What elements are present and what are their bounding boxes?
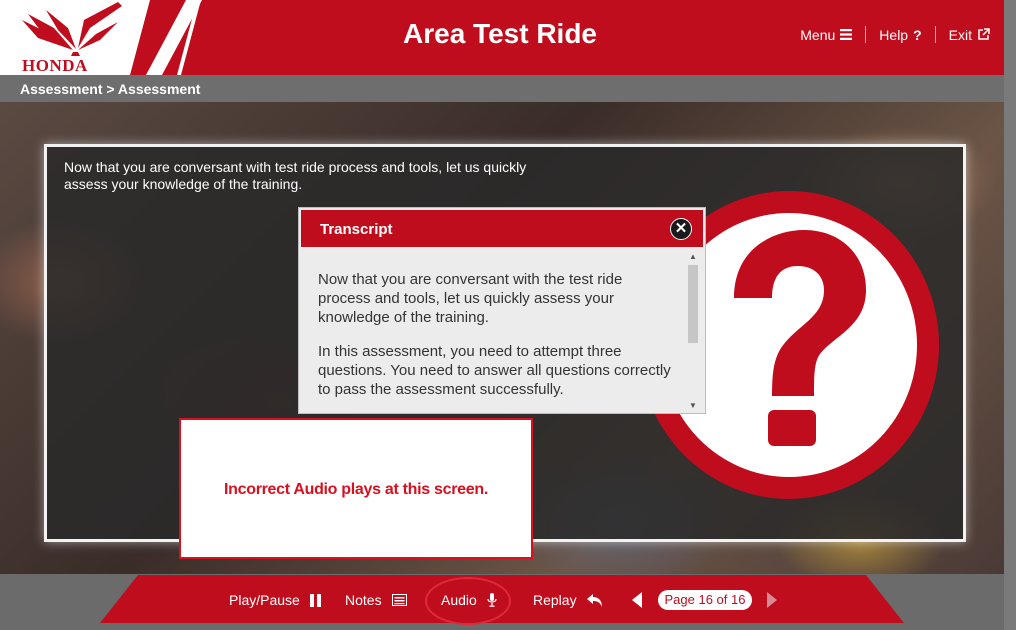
transcript-header: Transcript ✕	[301, 210, 703, 247]
transcript-paragraph: Now that you are conversant with the tes…	[318, 271, 623, 326]
external-link-icon	[978, 28, 990, 40]
notes-button[interactable]: Notes	[345, 592, 407, 608]
top-navigation: Menu Help ? Exit	[787, 26, 990, 43]
page-indicator: Page 16 of 16	[658, 590, 752, 610]
transcript-title: Transcript	[320, 221, 393, 238]
transcript-body: Now that you are conversant with the tes…	[318, 270, 678, 414]
notes-label: Notes	[345, 592, 382, 608]
pause-icon	[309, 593, 321, 607]
menu-label: Menu	[800, 26, 836, 43]
course-title: Area Test Ride	[403, 18, 597, 49]
annotation-text: Incorrect Audio plays at this screen.	[224, 481, 488, 498]
breadcrumb: Assessment > Assessment	[0, 75, 1004, 102]
transcript-dialog: Transcript ✕ Now that you are conversant…	[298, 207, 706, 414]
play-pause-label: Play/Pause	[229, 592, 300, 608]
menu-button[interactable]: Menu	[787, 27, 865, 43]
scroll-down-icon[interactable]: ▼	[688, 401, 698, 411]
replay-icon	[586, 593, 602, 607]
exit-label: Exit	[948, 26, 972, 43]
exit-button[interactable]: Exit	[936, 27, 990, 43]
scroll-up-icon[interactable]: ▲	[688, 252, 698, 262]
hamburger-icon	[840, 29, 853, 40]
transcript-scrollbar[interactable]: ▲ ▼	[685, 250, 701, 413]
next-page-icon[interactable]	[767, 592, 777, 608]
audio-highlight-circle	[425, 577, 511, 625]
help-button[interactable]: Help ?	[866, 27, 934, 43]
question-icon: ?	[913, 26, 922, 43]
help-label: Help	[879, 26, 909, 43]
scroll-thumb[interactable]	[688, 265, 698, 343]
header-bar: HONDA Area Test Ride Menu Help ? Exit	[0, 0, 1004, 75]
breadcrumb-text: Assessment > Assessment	[20, 81, 201, 97]
close-button[interactable]: ✕	[670, 218, 692, 240]
replay-button[interactable]: Replay	[533, 592, 603, 608]
review-annotation: Incorrect Audio plays at this screen.	[179, 418, 533, 559]
slide-intro-text: Now that you are conversant with test ri…	[64, 159, 527, 192]
replay-label: Replay	[533, 592, 577, 608]
brand-name: HONDA	[22, 56, 88, 75]
notes-icon	[391, 594, 407, 606]
window-edge	[1004, 0, 1016, 630]
transcript-paragraph: In this assessment, you need to attempt …	[318, 343, 671, 398]
previous-page-icon[interactable]	[632, 592, 642, 608]
play-pause-button[interactable]: Play/Pause	[229, 592, 322, 608]
